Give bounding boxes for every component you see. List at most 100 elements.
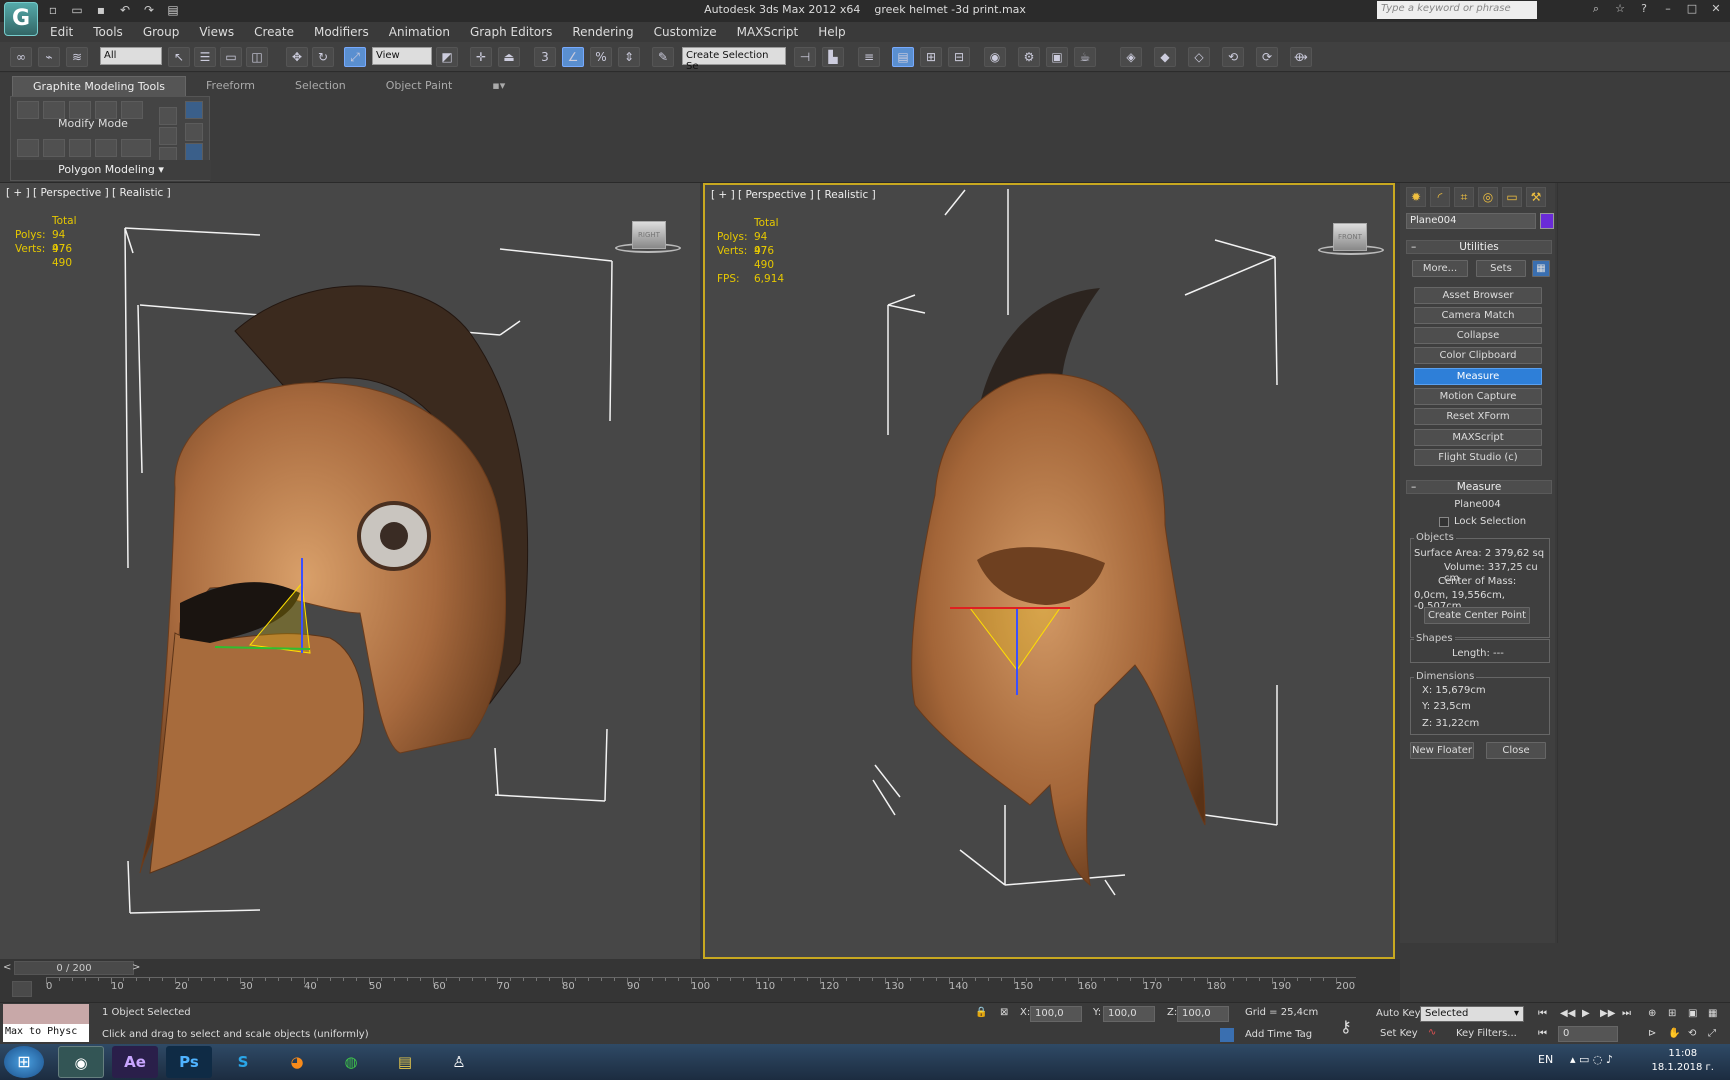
named-selection-dropdown[interactable]: Create Selection Se [682, 47, 786, 72]
mini-curve-editor-icon[interactable] [12, 981, 32, 997]
sets-button[interactable]: Sets [1476, 260, 1526, 277]
select-by-name-icon[interactable]: ☰ [194, 47, 216, 67]
measure-rollout-header[interactable]: – Measure [1406, 480, 1552, 494]
create-center-point-button[interactable]: Create Center Point [1424, 607, 1530, 624]
tab-graphite-modeling-tools[interactable]: Graphite Modeling Tools [12, 76, 187, 97]
align-icon[interactable]: ▙ [822, 47, 844, 67]
move-icon[interactable]: ✥ [286, 47, 308, 67]
unlink-icon[interactable]: ⌁ [38, 47, 60, 67]
zoom-extents-icon[interactable]: ▣ [1688, 1008, 1697, 1019]
asset-browser-button[interactable]: Asset Browser [1414, 287, 1542, 304]
menu-modifiers[interactable]: Modifiers [304, 22, 379, 42]
rect-selection-icon[interactable]: ▭ [220, 47, 242, 67]
taskbar-skype-icon[interactable]: S [220, 1046, 266, 1078]
plugin-tool-2-icon[interactable]: ◆ [1154, 47, 1176, 67]
play-icon[interactable]: ▶ [1582, 1008, 1590, 1019]
key-mode-dropdown[interactable]: Selected ▾ [1420, 1006, 1524, 1022]
ribbon-options-icon[interactable]: ▪▾ [472, 76, 525, 97]
taskbar-folder-icon[interactable]: ▤ [382, 1046, 428, 1078]
taskbar-after-effects-icon[interactable]: Ae [112, 1046, 158, 1078]
time-slider[interactable]: 0 / 200 [14, 961, 134, 975]
taskbar-photoshop-icon[interactable]: Ps [166, 1046, 212, 1078]
plugin-tool-3-icon[interactable]: ◇ [1188, 47, 1210, 67]
create-tab-icon[interactable]: ✹ [1406, 187, 1426, 207]
zoom-all-icon[interactable]: ⊞ [1668, 1008, 1676, 1019]
close-icon[interactable]: ✕ [1708, 2, 1724, 16]
time-tag-icon[interactable] [1220, 1028, 1234, 1042]
taskbar-zbrush-icon[interactable]: ♙ [436, 1046, 482, 1078]
help-icon[interactable]: ? [1636, 2, 1652, 16]
zoom-icon[interactable]: ⊕ [1648, 1008, 1656, 1019]
schematic-view-icon[interactable]: ⊟ [948, 47, 970, 67]
taskbar-firefox-icon[interactable]: ◕ [274, 1046, 320, 1078]
tab-freeform[interactable]: Freeform [186, 76, 275, 97]
menu-group[interactable]: Group [133, 22, 190, 42]
app-logo[interactable]: G [4, 2, 38, 36]
binoculars-icon[interactable]: ⌕ [1588, 2, 1604, 16]
plugin-tool-4-icon[interactable]: ⟲ [1222, 47, 1244, 67]
edit-named-sets-icon[interactable]: ✎ [652, 47, 674, 67]
lock-selection-checkbox[interactable] [1439, 517, 1449, 527]
color-clipboard-button[interactable]: Color Clipboard [1414, 347, 1542, 364]
measure-button[interactable]: Measure [1414, 368, 1542, 385]
viewport-left[interactable]: [ + ] [ Perspective ] [ Realistic ] Tota… [0, 183, 700, 959]
field-of-view-icon[interactable]: ⊳ [1648, 1028, 1656, 1039]
maxscript-button[interactable]: MAXScript [1414, 429, 1542, 446]
prev-frame-icon[interactable]: < [3, 962, 11, 973]
maxscript-listener-mini[interactable] [3, 1004, 89, 1024]
spinner-snap-icon[interactable]: ⇕ [618, 47, 640, 67]
reset-xform-button[interactable]: Reset XForm [1414, 408, 1542, 425]
window-crossing-icon[interactable]: ◫ [246, 47, 268, 67]
tray-icons[interactable]: ▴ ▭ ◌ ♪ [1570, 1053, 1613, 1066]
start-button[interactable]: ⊞ [4, 1046, 44, 1078]
menu-animation[interactable]: Animation [379, 22, 460, 42]
x-field[interactable]: 100,0 [1030, 1006, 1082, 1022]
key-filters-button[interactable]: Key Filters... [1456, 1028, 1517, 1039]
menu-help[interactable]: Help [808, 22, 855, 42]
snaps-icon[interactable]: 3 [534, 47, 556, 67]
orbit-icon[interactable]: ⟲ [1688, 1028, 1696, 1039]
plugin-tool-5-icon[interactable]: ⟳ [1256, 47, 1278, 67]
collapse-button[interactable]: Collapse [1414, 327, 1542, 344]
utilities-rollout-header[interactable]: – Utilities [1406, 240, 1552, 254]
rendered-frame-icon[interactable]: ▣ [1046, 47, 1068, 67]
ribbon-toggle-2-icon[interactable] [185, 143, 203, 161]
motion-tab-icon[interactable]: ◎ [1478, 187, 1498, 207]
ribbon-tool-4-icon[interactable] [95, 139, 117, 157]
timeline-ruler[interactable]: 0 10 20 30 40 50 60 70 80 90 100 110 120 130 140 150 160… [46, 977, 1356, 1001]
menu-tools[interactable]: Tools [83, 22, 133, 42]
tab-selection[interactable]: Selection [275, 76, 366, 97]
menu-views[interactable]: Views [189, 22, 244, 42]
prev-key-icon[interactable]: ◀◀ [1560, 1008, 1575, 1019]
curve-icon[interactable]: ∿ [1428, 1027, 1436, 1038]
key-mode-icon[interactable]: ⏮ [1538, 1028, 1547, 1039]
add-time-tag[interactable]: Add Time Tag [1245, 1029, 1312, 1040]
lock-selection-icon[interactable]: 🔒 [975, 1007, 987, 1018]
bind-space-warp-icon[interactable]: ≋ [66, 47, 88, 67]
layer-manager-icon[interactable]: ≡ [858, 47, 880, 67]
object-name-field[interactable]: Plane004 [1406, 213, 1536, 229]
render-setup-icon[interactable]: ⚙ [1018, 47, 1040, 67]
menu-rendering[interactable]: Rendering [562, 22, 643, 42]
minimize-icon[interactable]: – [1660, 2, 1676, 16]
scale-icon[interactable]: ⤢ [344, 47, 366, 67]
tab-object-paint[interactable]: Object Paint [366, 76, 473, 97]
menu-maxscript[interactable]: MAXScript [727, 22, 809, 42]
ribbon-tool-5-icon[interactable] [121, 139, 151, 157]
select-object-icon[interactable]: ↖ [168, 47, 190, 67]
close-button[interactable]: Close [1486, 742, 1546, 759]
menu-graph-editors[interactable]: Graph Editors [460, 22, 562, 42]
maximize-viewport-icon[interactable]: ⤢ [1708, 1028, 1716, 1039]
next-key-icon[interactable]: ▶▶ [1600, 1008, 1615, 1019]
utilities-tab-icon[interactable]: ⚒ [1526, 187, 1546, 207]
menu-edit[interactable]: Edit [40, 22, 83, 42]
select-manipulate-icon[interactable]: ✛ [470, 47, 492, 67]
graphite-toggle-icon[interactable]: ▤ [892, 47, 914, 67]
y-field[interactable]: 100,0 [1103, 1006, 1155, 1022]
next-frame-icon[interactable]: > [132, 962, 140, 973]
camera-match-button[interactable]: Camera Match [1414, 307, 1542, 324]
set-key-button[interactable]: Set Key [1380, 1028, 1418, 1039]
current-frame-field[interactable]: 0 [1558, 1026, 1618, 1042]
menu-customize[interactable]: Customize [644, 22, 727, 42]
taskbar-3dsmax-icon[interactable]: ◉ [58, 1046, 104, 1078]
